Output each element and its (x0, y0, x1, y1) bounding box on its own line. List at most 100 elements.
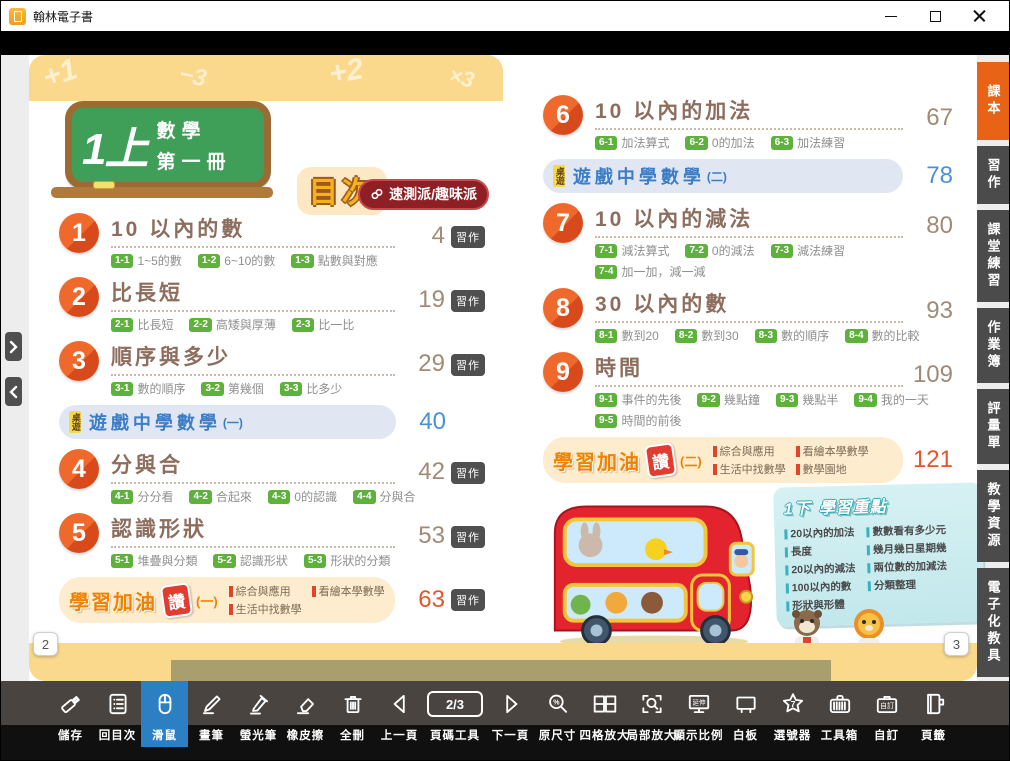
section-item[interactable]: 4-1分分看 (111, 488, 173, 505)
chapter-page-number[interactable]: 4 (401, 224, 445, 248)
chapter-number-badge[interactable]: 8 (543, 288, 583, 328)
section-item[interactable]: 4-2合起來 (189, 488, 251, 505)
chapter-page-number[interactable]: 67 (909, 106, 953, 130)
chapter-number-badge[interactable]: 9 (543, 352, 583, 392)
boost-row[interactable]: 學習加油 讚 (一) 綜合與應用看繪本學數學生活中找數學 63 習作 (59, 577, 485, 623)
workbook-badge[interactable]: 習作 (451, 589, 485, 611)
chapter-title[interactable]: 順序與多少 (111, 346, 231, 369)
section-item[interactable]: 3-1數的順序 (111, 380, 185, 397)
toolbar-item-1[interactable]: 儲存 (47, 681, 94, 747)
workbook-badge[interactable]: 習作 (451, 354, 485, 376)
chapter-page-number[interactable]: 42 (401, 460, 445, 484)
chapter-number-badge[interactable]: 7 (543, 203, 583, 243)
section-item[interactable]: 7-1減法算式 (595, 242, 669, 259)
toolbar-item-10[interactable]: 下一頁 (487, 681, 534, 747)
chapter-page-number[interactable]: 93 (909, 299, 953, 323)
section-item[interactable]: 2-3比一比 (292, 316, 354, 333)
chapter-page-number[interactable]: 29 (401, 352, 445, 376)
workbook-badge[interactable]: 習作 (451, 290, 485, 312)
section-item[interactable]: 9-4我的一天 (854, 391, 928, 408)
chapter-page-number[interactable]: 80 (909, 214, 953, 238)
section-item[interactable]: 8-4數的比較 (845, 327, 919, 344)
toolbar-item-19[interactable]: 頁籤 (910, 681, 957, 747)
section-item[interactable]: 2-1比長短 (111, 316, 173, 333)
toolbar-item-4[interactable]: 畫筆 (188, 681, 235, 747)
chapter-number-badge[interactable]: 4 (59, 449, 99, 489)
toolbar-item-15[interactable]: 白板 (722, 681, 769, 747)
chapter-page-number[interactable]: 19 (401, 288, 445, 312)
boardgame-page-number[interactable]: 78 (909, 164, 953, 188)
section-item[interactable]: 8-3數的順序 (755, 327, 829, 344)
toolbar-item-5[interactable]: 螢光筆 (235, 681, 282, 747)
chapter-title[interactable]: 10 以內的加法 (595, 100, 753, 123)
section-item[interactable]: 9-1事件的先後 (595, 391, 681, 408)
section-item[interactable]: 8-1數到20 (595, 327, 659, 344)
panel-expand-right-button[interactable] (5, 332, 22, 361)
section-item[interactable]: 1-11~5的數 (111, 252, 182, 269)
maximize-button[interactable] (913, 2, 957, 30)
chapter-number-badge[interactable]: 3 (59, 341, 99, 381)
boost-row[interactable]: 學習加油 讚 (二) 綜合與應用看繪本學數學生活中找數學數學園地 121 (543, 437, 953, 483)
section-item[interactable]: 3-2第幾個 (201, 380, 263, 397)
toolbar-item-18[interactable]: 自訂自訂 (863, 681, 910, 747)
toolbar-item-16[interactable]: 7選號器 (769, 681, 816, 747)
chapter-title[interactable]: 時間 (595, 357, 643, 380)
chapter-title[interactable]: 10 以內的數 (111, 218, 245, 241)
boardgame-row[interactable]: 桌遊 遊戲中學數學 (二) 78 (543, 159, 953, 193)
minimize-button[interactable] (869, 2, 913, 30)
chapter-number-badge[interactable]: 5 (59, 513, 99, 553)
boost-page-number[interactable]: 121 (909, 448, 953, 472)
toolbar-item-9[interactable]: 2/3頁碼工具 (423, 681, 487, 747)
section-item[interactable]: 7-3減法練習 (771, 242, 845, 259)
workbook-badge[interactable]: 習作 (451, 526, 485, 548)
sidebar-tab-7[interactable]: 電子化教具 (977, 568, 1009, 677)
sidebar-tab-2[interactable]: 習作 (977, 146, 1009, 204)
workbook-badge[interactable]: 習作 (451, 226, 485, 248)
chapter-number-badge[interactable]: 6 (543, 95, 583, 135)
section-item[interactable]: 7-20的減法 (685, 242, 754, 259)
toolbar-item-17[interactable]: 工具箱 (816, 681, 863, 747)
toolbar-item-6[interactable]: 橡皮擦 (282, 681, 329, 747)
chapter-title[interactable]: 認識形狀 (111, 518, 207, 541)
toolbar-item-12[interactable]: 四格放大 (581, 681, 628, 747)
close-button[interactable] (957, 2, 1001, 30)
section-item[interactable]: 2-2高矮與厚薄 (189, 316, 275, 333)
section-item[interactable]: 5-1堆疊與分類 (111, 552, 197, 569)
section-item[interactable]: 8-2數到30 (675, 327, 739, 344)
sidebar-tab-5[interactable]: 評量單 (977, 389, 1009, 464)
toolbar-item-11[interactable]: %原尺寸 (534, 681, 581, 747)
section-item[interactable]: 6-1加法算式 (595, 134, 669, 151)
toolbar-item-14[interactable]: 延伸顯示比例 (675, 681, 722, 747)
section-item[interactable]: 7-4加一加，減一減 (595, 263, 705, 280)
toolbar-item-7[interactable]: 全刪 (329, 681, 376, 747)
sidebar-tab-3[interactable]: 課堂練習 (977, 210, 1009, 302)
chapter-title[interactable]: 30 以內的數 (595, 293, 729, 316)
section-item[interactable]: 6-3加法練習 (771, 134, 845, 151)
section-item[interactable]: 5-2認識形狀 (213, 552, 287, 569)
sidebar-tab-6[interactable]: 教學資源 (977, 470, 1009, 562)
panel-collapse-left-button[interactable] (5, 377, 22, 406)
section-item[interactable]: 4-30的認識 (268, 488, 337, 505)
sidebar-tab-1[interactable]: 課本 (977, 62, 1009, 140)
section-item[interactable]: 3-3比多少 (280, 380, 342, 397)
toolbar-item-8[interactable]: 上一頁 (376, 681, 423, 747)
chapter-number-badge[interactable]: 2 (59, 277, 99, 317)
workbook-badge[interactable]: 習作 (451, 462, 485, 484)
section-item[interactable]: 1-3點數與對應 (291, 252, 377, 269)
chapter-title[interactable]: 分與合 (111, 454, 183, 477)
chapter-page-number[interactable]: 53 (401, 524, 445, 548)
toolbar-item-3[interactable]: 滑鼠 (141, 681, 188, 747)
boardgame-page-number[interactable]: 40 (402, 410, 446, 434)
section-item[interactable]: 9-3幾點半 (776, 391, 838, 408)
boardgame-row[interactable]: 桌遊 遊戲中學數學 (一) 40 (59, 405, 485, 439)
section-item[interactable]: 6-20的加法 (685, 134, 754, 151)
quick-test-link-button[interactable]: 速測派/趣味派 (358, 179, 489, 210)
section-item[interactable]: 9-2幾點鐘 (697, 391, 759, 408)
sidebar-tab-4[interactable]: 作業簿 (977, 308, 1009, 383)
toolbar-item-2[interactable]: 回目次 (94, 681, 141, 747)
section-item[interactable]: 4-4分與合 (353, 488, 415, 505)
chapter-title[interactable]: 10 以內的減法 (595, 208, 753, 231)
section-item[interactable]: 9-5時間的前後 (595, 412, 681, 429)
boost-page-number[interactable]: 63 (401, 588, 445, 612)
chapter-page-number[interactable]: 109 (909, 363, 953, 387)
